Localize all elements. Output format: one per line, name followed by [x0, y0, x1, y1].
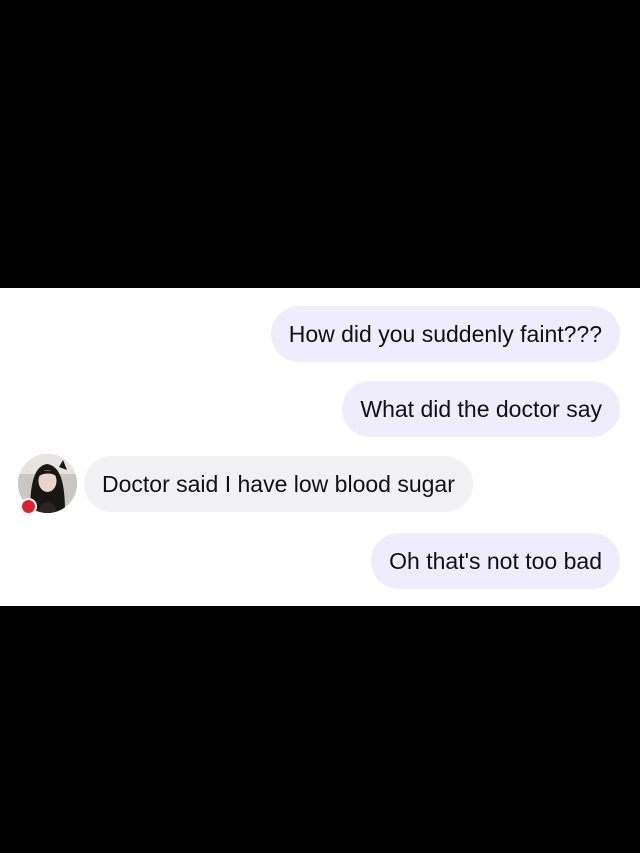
message-text: What did the doctor say [360, 395, 602, 422]
letterbox-top [0, 0, 640, 288]
message-text: How did you suddenly faint??? [288, 320, 602, 347]
letterbox-bottom [0, 606, 640, 853]
unread-status-dot [20, 498, 37, 515]
chat-thread: How did you suddenly faint??? What did t… [0, 288, 640, 606]
outgoing-message-bubble[interactable]: How did you suddenly faint??? [270, 306, 620, 362]
incoming-message-bubble[interactable]: Doctor said I have low blood sugar [84, 456, 473, 512]
outgoing-message-bubble[interactable]: Oh that's not too bad [371, 533, 620, 589]
message-text: Doctor said I have low blood sugar [102, 470, 455, 497]
message-text: Oh that's not too bad [389, 547, 602, 574]
outgoing-message-bubble[interactable]: What did the doctor say [342, 381, 620, 437]
